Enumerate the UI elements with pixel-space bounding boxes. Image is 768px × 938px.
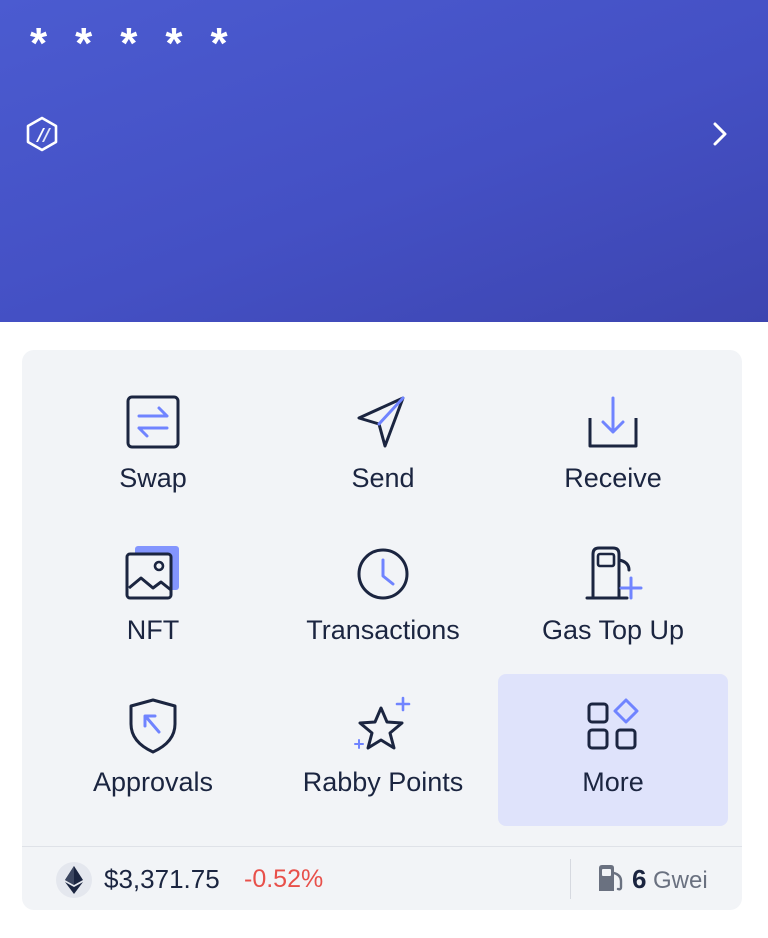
action-grid: Swap Send Receive NFT Transactions Gas T…: [38, 370, 728, 826]
shield-icon: [129, 698, 177, 754]
nft-button[interactable]: NFT: [38, 522, 268, 674]
chevron-right-icon[interactable]: [706, 118, 734, 150]
send-icon: [357, 396, 405, 448]
send-button[interactable]: Send: [268, 370, 498, 522]
gas-pump-icon: [585, 546, 643, 600]
transactions-button[interactable]: Transactions: [268, 522, 498, 674]
swap-button[interactable]: Swap: [38, 370, 268, 522]
rabby-points-button[interactable]: Rabby Points: [268, 674, 498, 826]
ethereum-badge: [56, 862, 92, 898]
rabby-points-label: Rabby Points: [302, 767, 464, 797]
nft-label: NFT: [126, 615, 180, 645]
receive-button[interactable]: Receive: [498, 370, 728, 522]
action-panel: Swap Send Receive NFT Transactions Gas T…: [22, 350, 742, 910]
transactions-label: Transactions: [306, 615, 460, 645]
ethereum-icon: [65, 866, 83, 894]
gas-price-unit: Gwei: [653, 867, 708, 894]
more-button[interactable]: More: [498, 674, 728, 826]
wallet-header: *****: [0, 0, 768, 322]
receive-label: Receive: [564, 463, 662, 493]
nft-icon: [125, 546, 179, 600]
clock-icon: [357, 548, 409, 600]
receive-icon: [588, 396, 638, 448]
footer-separator: [570, 859, 571, 899]
market-footer: $3,371.75 -0.52% 6 Gwei: [22, 847, 742, 910]
approvals-label: Approvals: [92, 767, 214, 797]
gas-top-up-button[interactable]: Gas Top Up: [498, 522, 728, 674]
arbitrum-logo-icon[interactable]: [24, 116, 60, 152]
eth-price: $3,371.75: [104, 864, 220, 894]
send-label: Send: [351, 463, 415, 493]
grid-more-icon: [587, 698, 639, 750]
gas-price-value: 6: [632, 864, 647, 894]
eth-price-change: -0.52%: [244, 865, 324, 893]
hidden-balance[interactable]: *****: [30, 22, 256, 66]
gas-top-up-label: Gas Top Up: [541, 615, 685, 645]
approvals-button[interactable]: Approvals: [38, 674, 268, 826]
more-label: More: [582, 767, 644, 797]
gas-pump-icon: [599, 865, 623, 891]
star-icon: [354, 696, 411, 750]
swap-label: Swap: [119, 463, 187, 493]
swap-icon: [126, 395, 180, 449]
